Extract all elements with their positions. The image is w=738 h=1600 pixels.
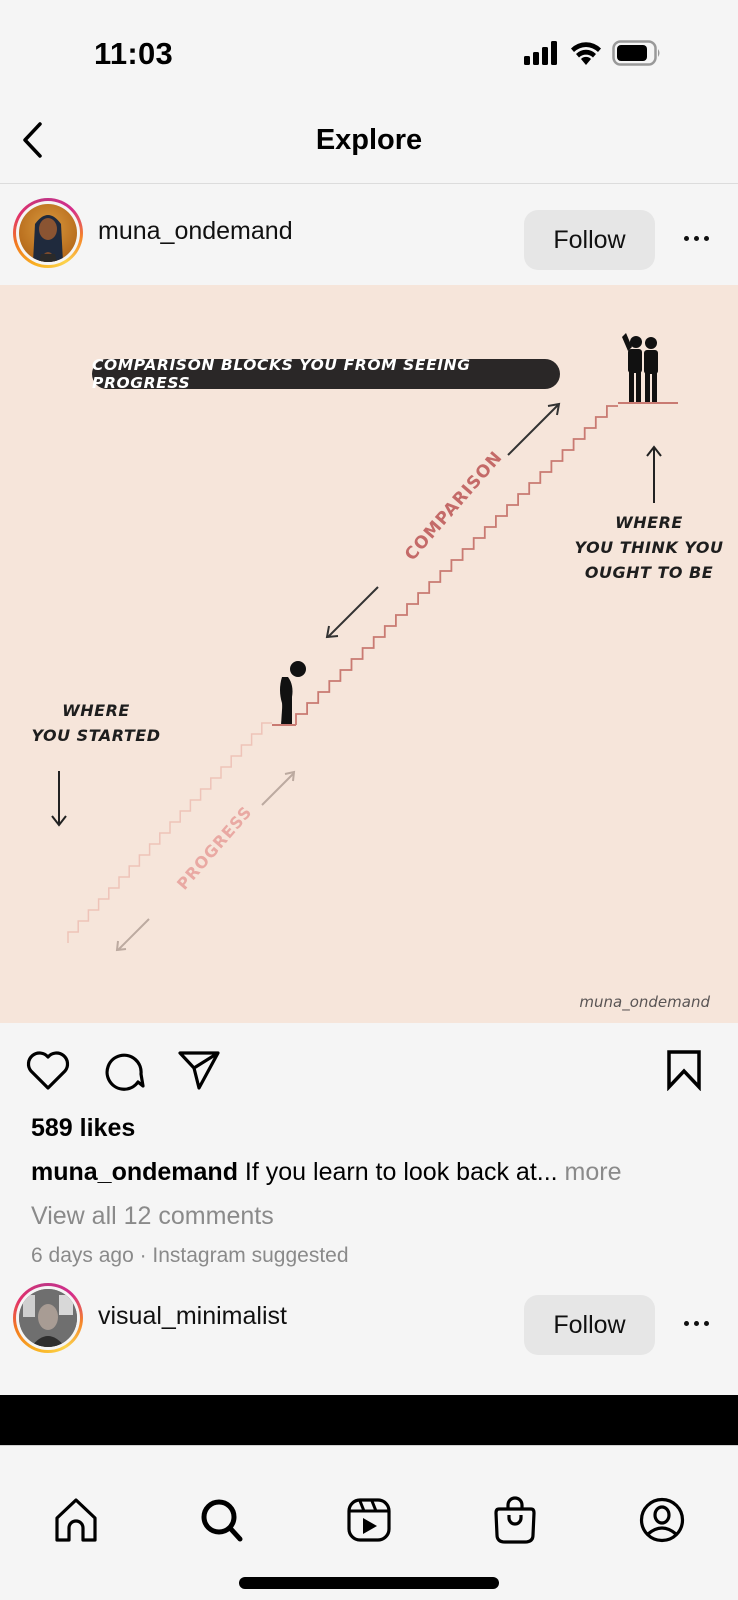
cellular-signal-icon	[524, 41, 560, 70]
post-header: muna_ondemand Follow	[0, 185, 738, 281]
arrow-up-icon	[646, 445, 662, 503]
tab-reels[interactable]	[339, 1492, 399, 1552]
status-time: 11:03	[94, 36, 174, 71]
share-icon	[177, 1049, 221, 1096]
start-label-line: YOU STARTED	[31, 726, 161, 745]
wifi-icon	[570, 41, 602, 70]
start-label: WHERE YOU STARTED	[26, 698, 166, 748]
caption-more-link[interactable]: more	[558, 1158, 622, 1186]
avatar-photo	[19, 1289, 77, 1347]
heart-icon	[25, 1049, 71, 1096]
caption-text: If you learn to look back at...	[237, 1158, 558, 1186]
post-actions	[0, 1040, 738, 1100]
home-icon	[52, 1496, 100, 1549]
profile-icon	[638, 1496, 686, 1549]
arrow-down-left-icon	[325, 586, 379, 639]
ellipsis-icon	[683, 1320, 709, 1326]
arrow-down-left-faded-icon	[115, 918, 150, 952]
ellipsis-icon	[683, 235, 709, 241]
share-button[interactable]	[175, 1048, 223, 1096]
post-username[interactable]: muna_ondemand	[98, 217, 293, 246]
shopping-bag-icon	[493, 1495, 537, 1550]
comment-button[interactable]	[100, 1048, 148, 1096]
avatar[interactable]	[13, 1283, 83, 1353]
reels-icon	[346, 1496, 392, 1549]
post-meta: 6 days ago · Instagram suggested	[31, 1244, 349, 1267]
target-label-line: WHERE	[615, 513, 683, 532]
stairs-comparison	[295, 405, 618, 725]
bookmark-icon	[666, 1049, 702, 1096]
person-looking-down-figure	[280, 661, 306, 725]
start-label-line: WHERE	[62, 701, 130, 720]
page-title: Explore	[315, 124, 423, 156]
caption: muna_ondemand If you learn to look back …	[31, 1158, 622, 1187]
target-label: WHERE YOU THINK YOU OUGHT TO BE	[574, 510, 724, 585]
tab-shop[interactable]	[485, 1492, 545, 1552]
stair-path	[67, 722, 272, 943]
follow-button[interactable]: Follow	[524, 1295, 655, 1355]
post-header: visual_minimalist Follow	[0, 1270, 738, 1366]
more-options-button[interactable]	[676, 223, 716, 253]
comment-icon	[102, 1048, 146, 1097]
arrow-up-right-icon	[507, 402, 561, 456]
stair-path	[295, 405, 618, 725]
post-username[interactable]: visual_minimalist	[98, 1302, 287, 1331]
tab-profile[interactable]	[632, 1492, 692, 1552]
two-people-figure	[622, 333, 658, 402]
caption-username[interactable]: muna_ondemand	[31, 1158, 238, 1186]
likes-count[interactable]: 589 likes	[31, 1114, 135, 1143]
battery-icon	[612, 40, 662, 71]
avatar[interactable]	[13, 198, 83, 268]
save-button[interactable]	[660, 1048, 708, 1096]
arrow-down-icon	[51, 771, 67, 827]
staircase-illustration	[51, 333, 678, 952]
like-button[interactable]	[24, 1048, 72, 1096]
target-label-line: YOU THINK YOU	[574, 538, 724, 557]
tab-search[interactable]	[192, 1492, 252, 1552]
post-image[interactable]: COMPARISON BLOCKS YOU FROM SEEING PROGRE…	[0, 285, 738, 1023]
next-post-media[interactable]	[0, 1395, 738, 1445]
follow-button[interactable]: Follow	[524, 210, 655, 270]
view-comments-link[interactable]: View all 12 comments	[31, 1202, 274, 1231]
target-label-line: OUGHT TO BE	[584, 563, 714, 582]
more-options-button[interactable]	[676, 1308, 716, 1338]
nav-bar: Explore	[0, 100, 738, 184]
image-watermark: muna_ondemand	[579, 993, 710, 1011]
home-indicator[interactable]	[239, 1577, 499, 1589]
tab-home[interactable]	[46, 1492, 106, 1552]
avatar-photo	[33, 215, 63, 262]
status-bar: 11:03	[0, 0, 738, 100]
stairs-progress	[67, 722, 272, 943]
arrow-up-right-faded-icon	[261, 770, 296, 806]
search-icon	[198, 1496, 246, 1549]
status-icons	[524, 40, 662, 71]
